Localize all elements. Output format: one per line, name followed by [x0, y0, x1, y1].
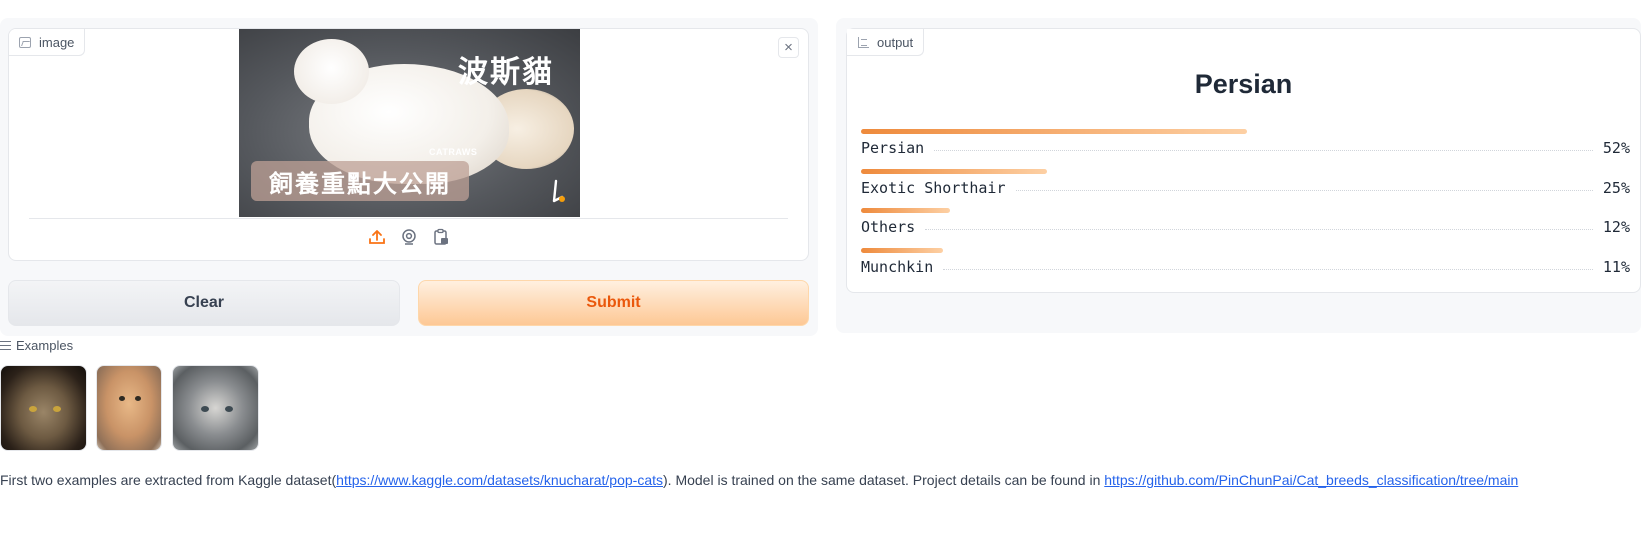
cat-eye — [225, 406, 233, 412]
confidence-dots — [1015, 189, 1593, 191]
image-caption-title: 波斯貓 — [458, 55, 554, 90]
confidence-value: 52% — [1602, 139, 1630, 157]
main-row: image × 波斯貓 CATRAWS 飼養重點大公開 Clear Submit… — [0, 18, 1641, 336]
cat-eye — [53, 406, 61, 412]
output-label-text: output — [877, 34, 914, 50]
examples-label-text: Examples — [16, 338, 74, 353]
output-panel: output Persian Persian 52% Exotic Shorth… — [846, 28, 1641, 293]
chart-icon — [857, 36, 869, 48]
upload-source-button[interactable] — [368, 228, 386, 246]
clipboard-icon — [433, 228, 448, 245]
image-caption-bottom: 飼養重點大公開 — [251, 161, 469, 201]
output-label: output — [847, 29, 925, 56]
confidence-dots — [943, 268, 1593, 270]
example-thumbnail[interactable] — [172, 365, 259, 451]
confidence-label: Persian — [861, 139, 925, 157]
confidence-row: Others 12% — [861, 208, 1630, 242]
cat-eye — [201, 406, 209, 412]
upload-icon — [368, 230, 385, 244]
list-icon — [0, 341, 11, 350]
confidence-bar — [861, 129, 1247, 134]
confidence-row: Exotic Shorthair 25% — [861, 169, 1630, 203]
confidence-row: Munchkin 11% — [861, 248, 1630, 282]
cat-head-shape — [294, 39, 369, 104]
kaggle-link[interactable]: https://www.kaggle.com/datasets/knuchara… — [336, 472, 663, 488]
confidence-bar — [861, 248, 943, 253]
github-link[interactable]: https://github.com/PinChunPai/Cat_breeds… — [1104, 472, 1518, 488]
input-column: image × 波斯貓 CATRAWS 飼養重點大公開 Clear Submit — [0, 18, 818, 336]
image-label-text: image — [39, 34, 75, 50]
examples-label: Examples — [0, 338, 73, 353]
watermark-icon — [552, 179, 565, 203]
output-column: output Persian Persian 52% Exotic Shorth… — [836, 18, 1641, 333]
confidence-value: 25% — [1602, 179, 1630, 197]
image-divider — [29, 218, 788, 219]
confidence-bar — [861, 208, 950, 213]
source-toolbar — [9, 228, 808, 252]
confidence-label: Munchkin — [861, 258, 934, 276]
image-icon — [19, 36, 31, 48]
confidence-dots — [925, 228, 1593, 230]
cat-eye — [29, 406, 37, 412]
uploaded-image: 波斯貓 CATRAWS 飼養重點大公開 — [239, 29, 580, 217]
confidence-row: Persian 52% — [861, 129, 1630, 163]
example-thumbnail[interactable] — [0, 365, 87, 451]
footer-text-1: First two examples are extracted from Ka… — [0, 472, 337, 488]
image-logo: CATRAWS — [429, 147, 478, 157]
footer-note: First two examples are extracted from Ka… — [0, 472, 1641, 488]
confidence-value: 11% — [1602, 258, 1630, 276]
confidence-label: Others — [861, 218, 916, 236]
webcam-icon — [401, 229, 416, 245]
confidence-bar — [861, 169, 1047, 174]
footer-text-2: ). Model is trained on the same dataset.… — [663, 472, 1105, 488]
confidence-value: 12% — [1602, 218, 1630, 236]
cat-eye — [135, 396, 141, 401]
clear-image-button[interactable]: × — [778, 37, 799, 58]
clear-button[interactable]: Clear — [8, 280, 400, 326]
close-icon: × — [784, 39, 793, 56]
cat-eye — [119, 396, 125, 401]
example-thumbnail[interactable] — [96, 365, 162, 451]
webcam-source-button[interactable] — [400, 228, 418, 246]
clipboard-source-button[interactable] — [432, 228, 450, 246]
confidence-dots — [934, 149, 1593, 151]
image-label: image — [9, 29, 86, 56]
top-prediction: Persian — [1194, 69, 1293, 99]
submit-button[interactable]: Submit — [418, 280, 809, 326]
confidence-label: Exotic Shorthair — [861, 179, 1006, 197]
image-input-panel[interactable]: image × 波斯貓 CATRAWS 飼養重點大公開 — [8, 28, 809, 261]
